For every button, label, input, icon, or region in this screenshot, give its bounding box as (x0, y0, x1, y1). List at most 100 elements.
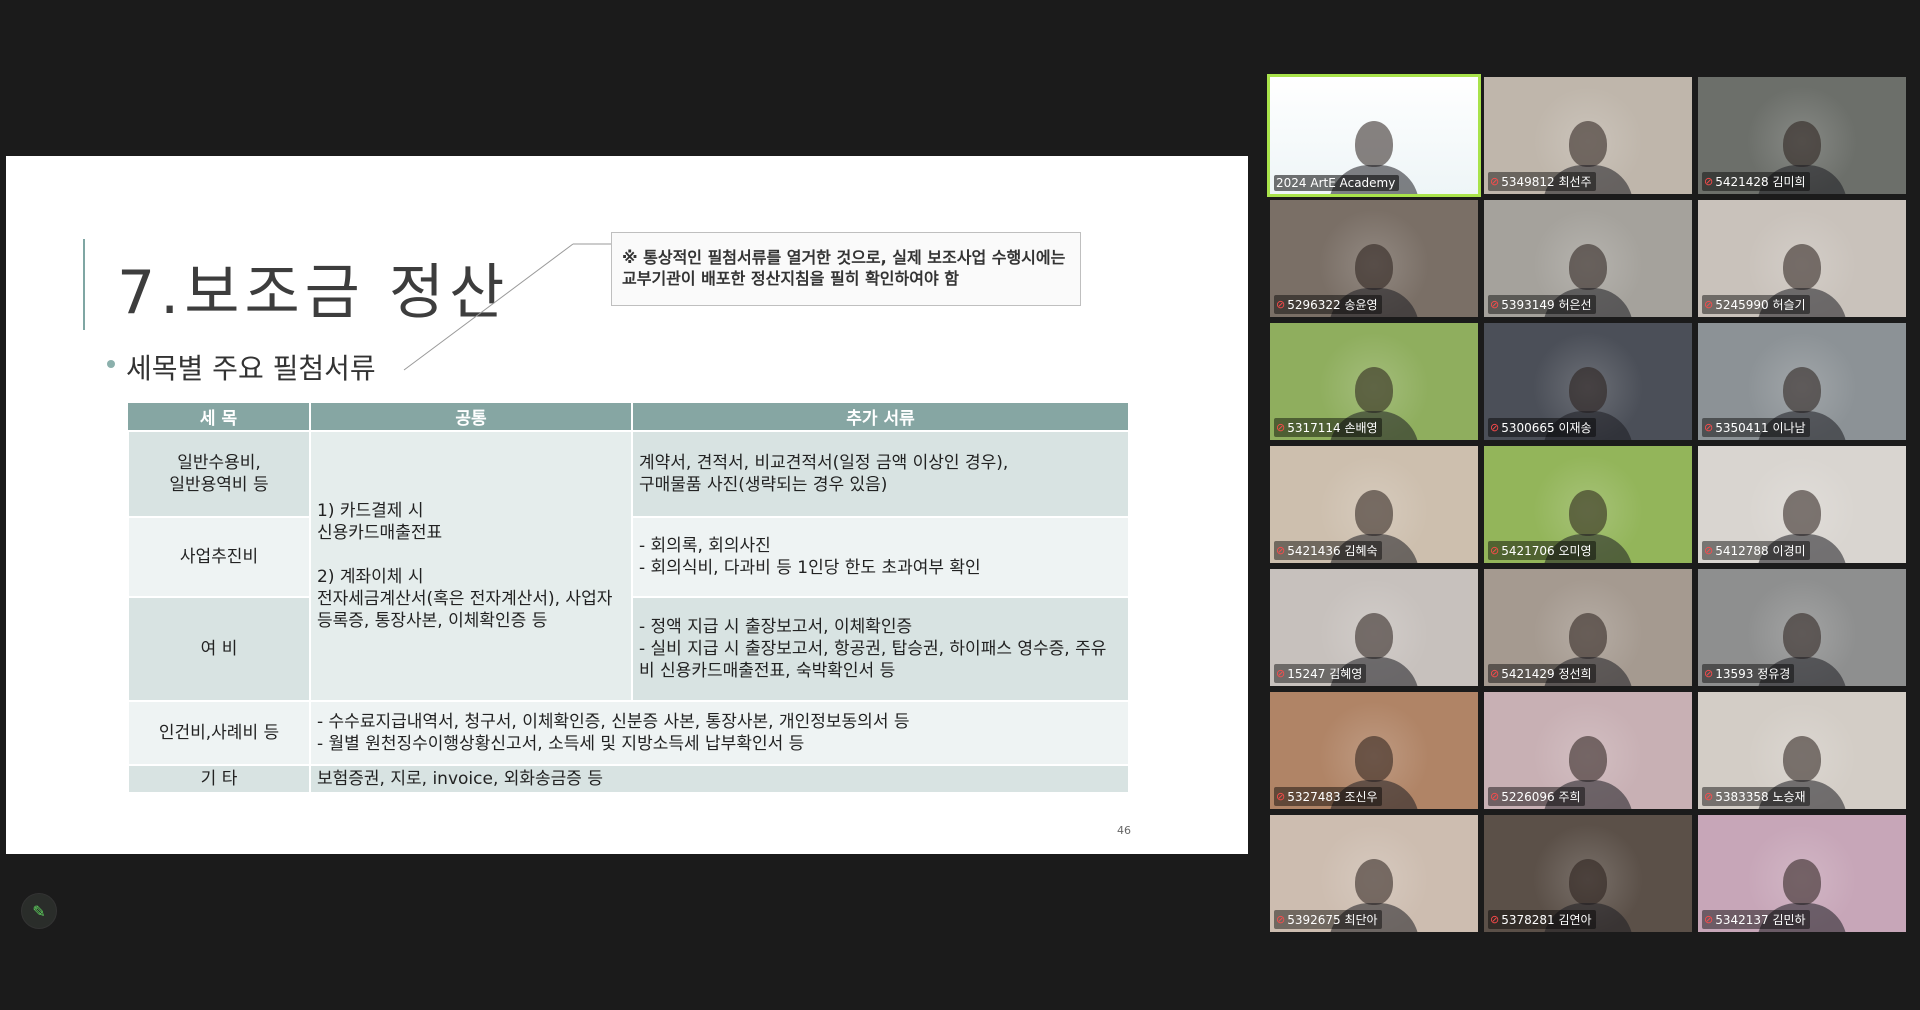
person-silhouette (1783, 859, 1821, 905)
person-silhouette (1569, 490, 1607, 536)
participant-name-label: ⊘ 15247 김혜영 (1274, 664, 1367, 683)
participant-name-label: ⊘ 5392675 최단아 (1274, 910, 1382, 929)
participant-name-label: ⊘ 13593 정유경 (1702, 664, 1795, 683)
mic-muted-icon: ⊘ (1490, 421, 1500, 434)
participant-name: 5421428 김미희 (1715, 175, 1806, 189)
merged-docs-cell: - 수수료지급내역서, 청구서, 이체확인증, 신분증 사본, 통장사본, 개인… (317, 712, 910, 754)
participant-name-label: ⊘ 5378281 김연아 (1488, 910, 1596, 929)
mic-muted-icon: ⊘ (1276, 421, 1286, 434)
header-common: 공통 (310, 403, 633, 431)
person-silhouette (1783, 121, 1821, 167)
participant-name-label: ⊘ 5245990 허슬기 (1702, 295, 1810, 314)
participant-name: 5296322 송윤영 (1287, 298, 1378, 312)
participant-name-label: 2024 ArtE Academy (1274, 175, 1400, 191)
mic-muted-icon: ⊘ (1490, 544, 1500, 557)
participant-tile[interactable]: ⊘ 5378281 김연아 (1484, 815, 1692, 932)
participant-tile[interactable]: ⊘ 5296322 송윤영 (1270, 200, 1478, 317)
participant-name: 5421429 정선희 (1501, 667, 1592, 681)
mic-muted-icon: ⊘ (1704, 175, 1714, 188)
participant-tile[interactable]: ⊘ 13593 정유경 (1698, 569, 1906, 686)
person-silhouette (1355, 613, 1393, 659)
mic-muted-icon: ⊘ (1490, 913, 1500, 926)
person-silhouette (1355, 244, 1393, 290)
participant-name: 5317114 손배영 (1287, 421, 1378, 435)
participant-name-label: ⊘ 5317114 손배영 (1274, 418, 1382, 437)
participant-name: 15247 김혜영 (1287, 667, 1363, 681)
participant-name: 2024 ArtE Academy (1276, 176, 1396, 190)
participant-name: 5349812 최선주 (1501, 175, 1592, 189)
mic-muted-icon: ⊘ (1704, 421, 1714, 434)
participant-tile[interactable]: ⊘ 5412788 이경미 (1698, 446, 1906, 563)
person-silhouette (1783, 736, 1821, 782)
participant-name: 5350411 이나남 (1715, 421, 1806, 435)
person-silhouette (1355, 490, 1393, 536)
participant-tile[interactable]: ⊘ 5421428 김미희 (1698, 77, 1906, 194)
category-cell: 기 타 (200, 769, 238, 789)
participant-tile[interactable]: ⊘ 5245990 허슬기 (1698, 200, 1906, 317)
participant-tile[interactable]: ⊘ 5317114 손배영 (1270, 323, 1478, 440)
participant-tile-host[interactable]: 2024 ArtE Academy (1267, 74, 1481, 197)
participant-tile[interactable]: ⊘ 5393149 허은선 (1484, 200, 1692, 317)
participant-tile[interactable]: ⊘ 5383358 노승재 (1698, 692, 1906, 809)
participant-name: 5327483 조신우 (1287, 790, 1378, 804)
documents-table: 세 목 공통 추가 서류 일반수용비, 일반용역비 등 1) 카드결제 시 신용… (127, 403, 1130, 794)
participant-tile[interactable]: ⊘ 5300665 이재송 (1484, 323, 1692, 440)
participant-name: 5392675 최단아 (1287, 913, 1378, 927)
person-silhouette (1355, 736, 1393, 782)
participant-name-label: ⊘ 5421429 정선희 (1488, 664, 1596, 683)
mic-muted-icon: ⊘ (1490, 790, 1500, 803)
mic-muted-icon: ⊘ (1276, 544, 1286, 557)
category-cell: 인건비,사례비 등 (158, 723, 280, 743)
mic-muted-icon: ⊘ (1276, 298, 1286, 311)
common-docs-cell: 1) 카드결제 시 신용카드매출전표 2) 계좌이체 시 전자세금계산서(혹은 … (317, 501, 613, 631)
participant-name: 5226096 주희 (1501, 790, 1581, 804)
mic-muted-icon: ⊘ (1704, 913, 1714, 926)
person-silhouette (1569, 121, 1607, 167)
mic-muted-icon: ⊘ (1704, 667, 1714, 680)
participant-tile[interactable]: ⊘ 5349812 최선주 (1484, 77, 1692, 194)
category-cell: 사업추진비 (179, 547, 259, 567)
participant-name-label: ⊘ 5300665 이재송 (1488, 418, 1596, 437)
table-row: 기 타 보험증권, 지로, invoice, 외화송금증 등 (127, 764, 1130, 794)
participant-name: 5245990 허슬기 (1715, 298, 1806, 312)
participant-name: 5393149 허은선 (1501, 298, 1592, 312)
participant-tile[interactable]: ⊘ 5327483 조신우 (1270, 692, 1478, 809)
person-silhouette (1783, 367, 1821, 413)
annotate-button[interactable]: ✎ (21, 893, 57, 929)
participant-tile[interactable]: ⊘ 5226096 주희 (1484, 692, 1692, 809)
participant-tile[interactable]: ⊘ 5421706 오미영 (1484, 446, 1692, 563)
table-row: 인건비,사례비 등 - 수수료지급내역서, 청구서, 이체확인증, 신분증 사본… (127, 700, 1130, 766)
participant-name: 5300665 이재송 (1501, 421, 1592, 435)
participant-tile[interactable]: ⊘ 5421429 정선희 (1484, 569, 1692, 686)
person-silhouette (1569, 244, 1607, 290)
slide-page-number: 46 (1117, 824, 1131, 837)
extra-docs-cell: 계약서, 견적서, 비교견적서(일정 금액 이상인 경우), 구매물품 사진(생… (639, 453, 1009, 495)
participant-name-label: ⊘ 5296322 송윤영 (1274, 295, 1382, 314)
participant-tile[interactable]: ⊘ 5392675 최단아 (1270, 815, 1478, 932)
mic-muted-icon: ⊘ (1704, 544, 1714, 557)
mic-muted-icon: ⊘ (1490, 175, 1500, 188)
header-extra: 추가 서류 (632, 403, 1130, 431)
participant-tile[interactable]: ⊘ 5342137 김민하 (1698, 815, 1906, 932)
participant-name-label: ⊘ 5412788 이경미 (1702, 541, 1810, 560)
person-silhouette (1355, 859, 1393, 905)
shared-slide: 7.보조금 정산 세목별 주요 필첨서류 ※ 통상적인 필첨서류를 열거한 것으… (6, 156, 1248, 854)
participant-name: 5383358 노승재 (1715, 790, 1806, 804)
mic-muted-icon: ⊘ (1276, 667, 1286, 680)
table-row: 일반수용비, 일반용역비 등 1) 카드결제 시 신용카드매출전표 2) 계좌이… (127, 430, 1130, 702)
pencil-icon: ✎ (32, 901, 46, 921)
participant-name: 5421706 오미영 (1501, 544, 1592, 558)
mic-muted-icon: ⊘ (1276, 790, 1286, 803)
participant-name-label: ⊘ 5393149 허은선 (1488, 295, 1596, 314)
category-cell: 일반수용비, 일반용역비 등 (169, 453, 269, 495)
participant-name-label: ⊘ 5383358 노승재 (1702, 787, 1810, 806)
participant-tile[interactable]: ⊘ 5421436 김혜숙 (1270, 446, 1478, 563)
callout-note: ※ 통상적인 필첨서류를 열거한 것으로, 실제 보조사업 수행시에는 교부기관… (611, 232, 1081, 306)
participant-name-label: ⊘ 5421428 김미희 (1702, 172, 1810, 191)
participant-name: 13593 정유경 (1715, 667, 1791, 681)
extra-docs-cell: - 정액 지급 시 출장보고서, 이체확인증 - 실비 지급 시 출장보고서, … (639, 617, 1107, 681)
participant-tile[interactable]: ⊘ 15247 김혜영 (1270, 569, 1478, 686)
participant-tile[interactable]: ⊘ 5350411 이나남 (1698, 323, 1906, 440)
participant-name: 5378281 김연아 (1501, 913, 1592, 927)
person-silhouette (1569, 613, 1607, 659)
